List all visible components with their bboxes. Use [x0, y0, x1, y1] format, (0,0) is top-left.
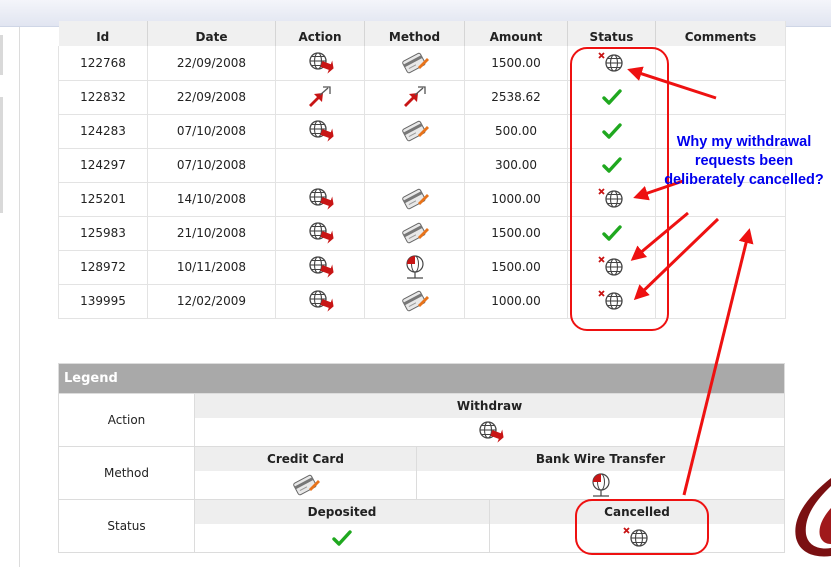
- credit-card-icon: [364, 46, 465, 81]
- table-header-row: Id Date Action Method Amount Status Comments: [58, 21, 786, 46]
- cell-action: [275, 148, 365, 183]
- cell-amount: 1500.00: [464, 216, 568, 251]
- cell-comments: [655, 216, 786, 251]
- cell-id: 125201: [58, 182, 148, 217]
- cell-date: 22/09/2008: [147, 46, 276, 81]
- column-header-action: Action: [275, 21, 365, 46]
- table-row: 122768 22/09/2008 1500.00: [58, 46, 786, 81]
- cell-comments: [655, 250, 786, 285]
- column-header-method: Method: [364, 21, 465, 46]
- credit-card-icon: [364, 182, 465, 217]
- legend-col-withdraw: Withdraw: [195, 394, 784, 446]
- cell-amount: 1500.00: [464, 46, 568, 81]
- withdraw-icon: [195, 418, 784, 446]
- credit-card-icon: [364, 216, 465, 251]
- withdraw-icon: [275, 216, 365, 251]
- cancelled-globe-icon: [490, 524, 784, 552]
- cell-amount: 1000.00: [464, 182, 568, 217]
- legend-title: Legend: [59, 364, 784, 393]
- cell-amount: 500.00: [464, 114, 568, 149]
- checkmark-icon: [567, 114, 656, 149]
- cell-date: 10/11/2008: [147, 250, 276, 285]
- cell-comments: [655, 46, 786, 81]
- table-row: 125983 21/10/2008 1500.00: [58, 216, 786, 251]
- legend: Legend Action Withdraw Method Credit Car…: [58, 363, 785, 553]
- cell-id: 125983: [58, 216, 148, 251]
- column-header-date: Date: [147, 21, 276, 46]
- legend-status-label: Status: [59, 500, 195, 552]
- legend-bank-wire-label: Bank Wire Transfer: [417, 447, 784, 471]
- cell-amount: 2538.62: [464, 80, 568, 115]
- legend-col-bank-wire: Bank Wire Transfer: [417, 447, 784, 499]
- checkmark-icon: [567, 148, 656, 183]
- left-frame: [0, 27, 20, 567]
- cell-id: 122832: [58, 80, 148, 115]
- legend-credit-card-label: Credit Card: [195, 447, 416, 471]
- legend-col-deposited: Deposited: [195, 500, 490, 552]
- withdraw-icon: [275, 182, 365, 217]
- legend-deposited-label: Deposited: [195, 500, 489, 524]
- checkmark-icon: [567, 216, 656, 251]
- legend-col-credit-card: Credit Card: [195, 447, 417, 499]
- cell-comments: [655, 80, 786, 115]
- cell-amount: 1000.00: [464, 284, 568, 319]
- table-row: 122832 22/09/2008 2538.62: [58, 80, 786, 115]
- cell-method: [364, 148, 465, 183]
- column-header-id: Id: [58, 21, 148, 46]
- cell-comments: [655, 284, 786, 319]
- cancelled-globe-icon: [567, 182, 656, 217]
- legend-withdraw-label: Withdraw: [195, 394, 784, 418]
- legend-row-method: Method Credit Card Bank Wire Transfer: [59, 446, 784, 499]
- withdraw-icon: [275, 250, 365, 285]
- cell-date: 14/10/2008: [147, 182, 276, 217]
- cell-id: 122768: [58, 46, 148, 81]
- legend-method-label: Method: [59, 447, 195, 499]
- credit-card-icon: [195, 471, 416, 499]
- legend-row-status: Status Deposited Cancelled: [59, 499, 784, 552]
- withdraw-icon: [275, 114, 365, 149]
- cell-id: 124297: [58, 148, 148, 183]
- column-header-comments: Comments: [655, 21, 786, 46]
- cell-date: 07/10/2008: [147, 148, 276, 183]
- column-header-amount: Amount: [464, 21, 568, 46]
- cell-amount: 1500.00: [464, 250, 568, 285]
- credit-card-icon: [364, 114, 465, 149]
- bank-wire-icon: [364, 250, 465, 285]
- cell-date: 22/09/2008: [147, 80, 276, 115]
- table-row: 128972 10/11/2008 1500.00: [58, 250, 786, 285]
- cancelled-globe-icon: [567, 250, 656, 285]
- cancelled-globe-icon: [567, 46, 656, 81]
- withdraw-icon: [275, 284, 365, 319]
- legend-row-action: Action Withdraw: [59, 393, 784, 446]
- cell-date: 21/10/2008: [147, 216, 276, 251]
- withdraw-icon: [275, 46, 365, 81]
- screenshot: Id Date Action Method Amount Status Comments 1…: [0, 0, 831, 567]
- cell-amount: 300.00: [464, 148, 568, 183]
- transfer-icon: [275, 80, 365, 115]
- legend-action-label: Action: [59, 394, 195, 446]
- cell-id: 124283: [58, 114, 148, 149]
- credit-card-icon: [364, 284, 465, 319]
- table-row: 139995 12/02/2009 1000.00: [58, 284, 786, 319]
- column-header-status: Status: [567, 21, 656, 46]
- cell-id: 139995: [58, 284, 148, 319]
- legend-col-cancelled: Cancelled: [490, 500, 784, 552]
- transfer-icon: [364, 80, 465, 115]
- cell-date: 12/02/2009: [147, 284, 276, 319]
- annotation-text: Why my withdrawal requests been delibera…: [664, 134, 824, 188]
- cell-id: 128972: [58, 250, 148, 285]
- checkmark-icon: [195, 524, 489, 552]
- legend-cancelled-label: Cancelled: [490, 500, 784, 524]
- partial-logo: [795, 478, 831, 557]
- bank-wire-icon: [417, 471, 784, 499]
- checkmark-icon: [567, 80, 656, 115]
- cancelled-globe-icon: [567, 284, 656, 319]
- cell-date: 07/10/2008: [147, 114, 276, 149]
